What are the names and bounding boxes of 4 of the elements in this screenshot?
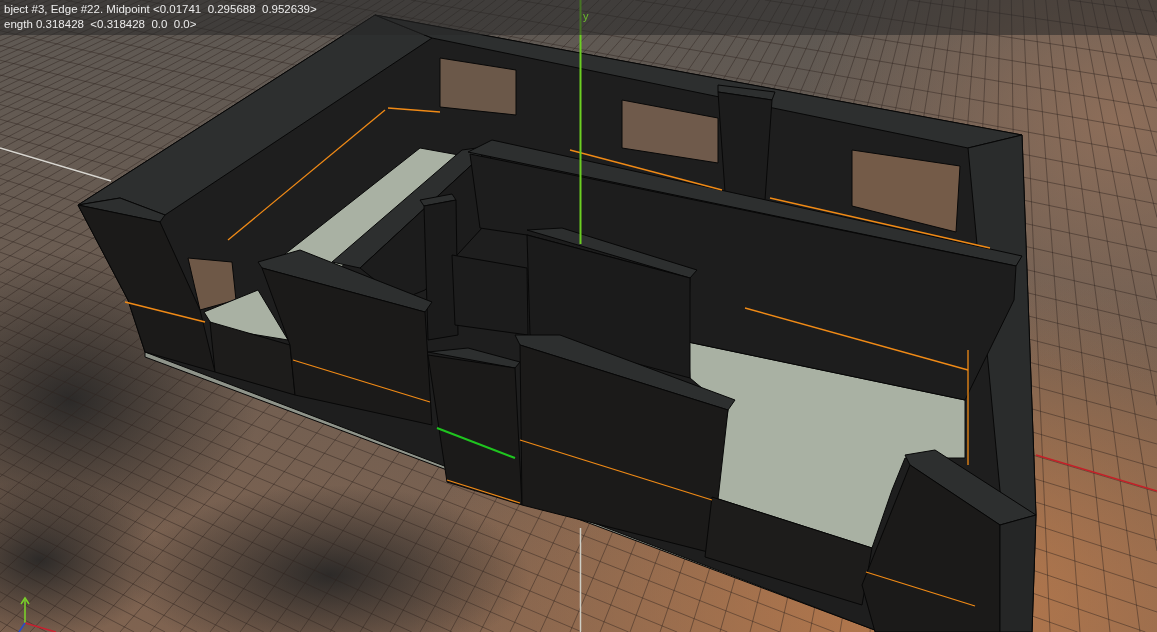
selection-info-text: bject #3, Edge #22. Midpoint <0.01741 0.295688 0.952639> bbox=[4, 2, 317, 17]
edge-length-text: ength 0.318428 <0.318428 0.0 0.0> bbox=[4, 17, 197, 32]
axis-gizmo-icon bbox=[16, 596, 56, 632]
y-axis-label: y bbox=[583, 10, 589, 22]
